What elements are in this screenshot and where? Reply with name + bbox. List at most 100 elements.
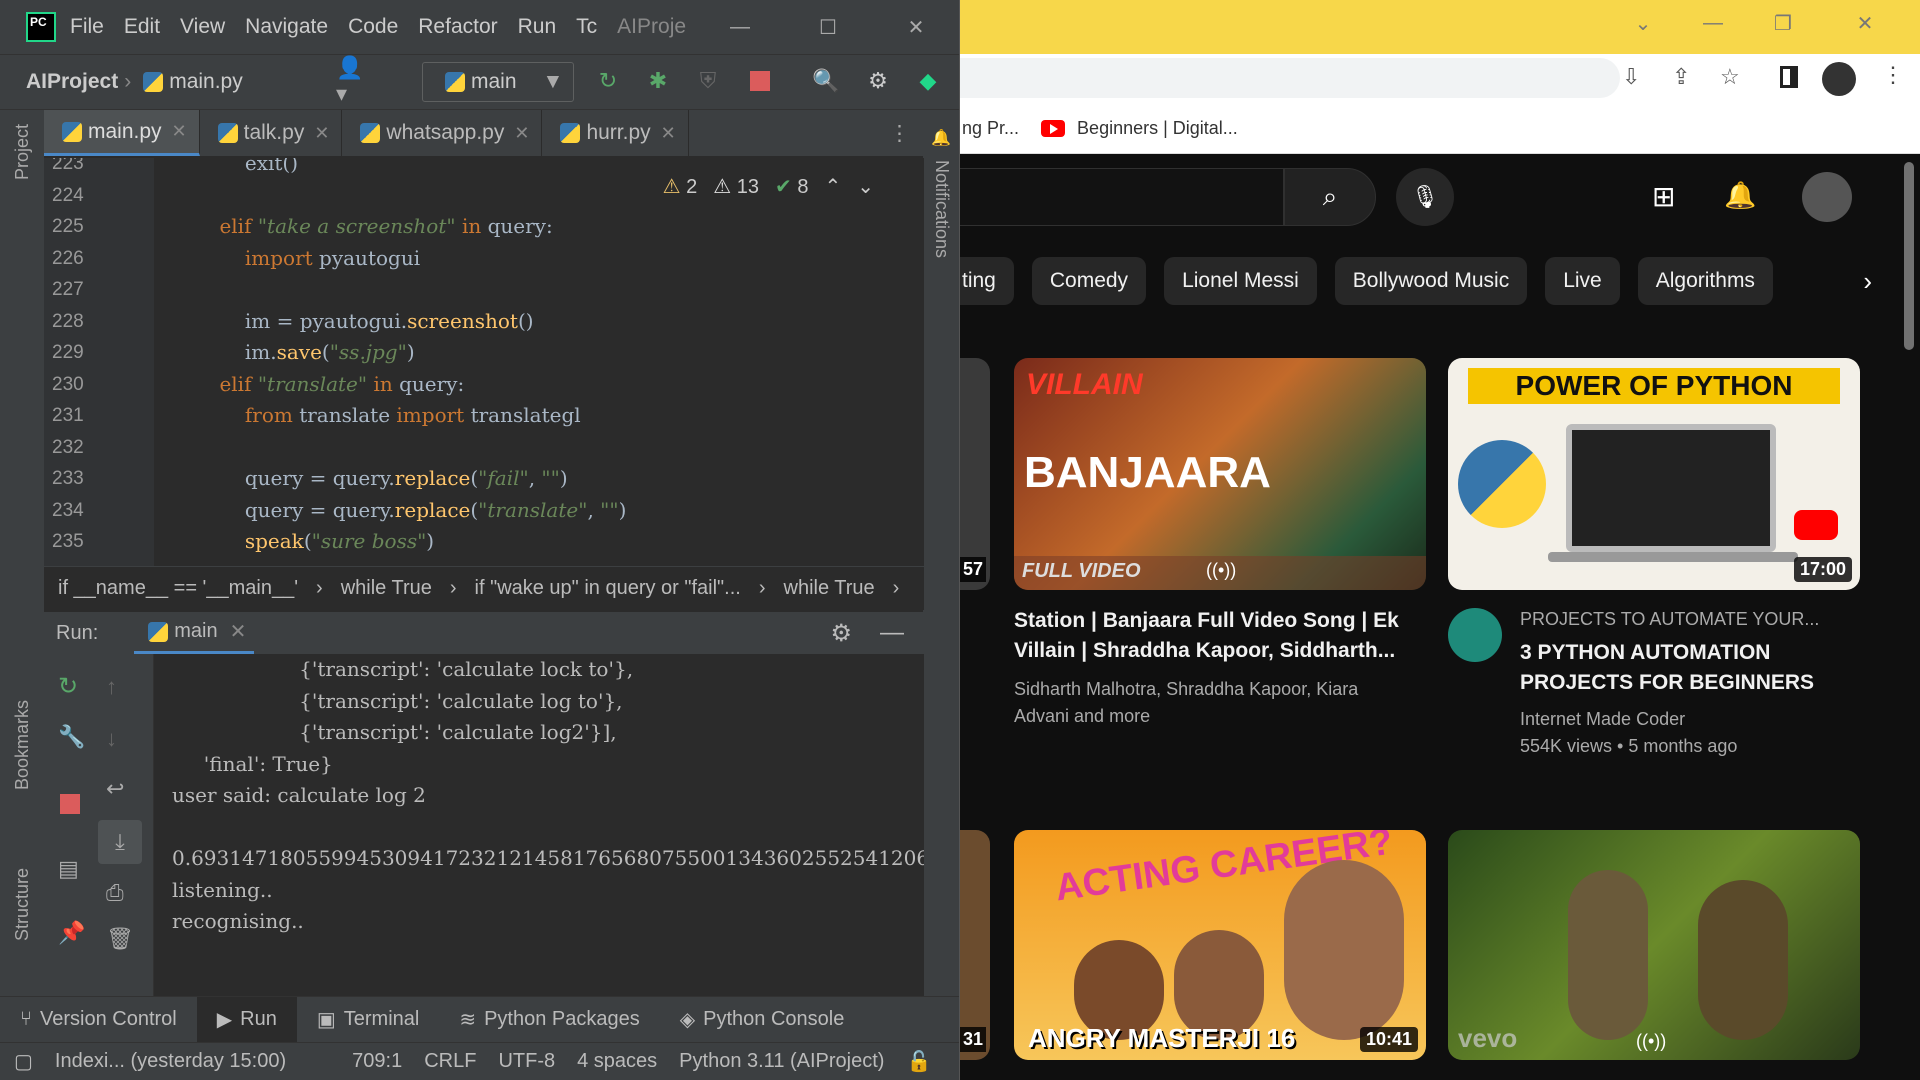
run-config-select[interactable]: main ▼ [422, 62, 574, 102]
search-input[interactable] [960, 168, 1284, 226]
tab-talk-py[interactable]: talk.py ✕ [200, 110, 343, 156]
maximize-icon[interactable]: ☐ [784, 0, 872, 54]
chrome-menu-icon[interactable]: ⋮ [1882, 62, 1904, 88]
video-thumbnail-vevo[interactable]: vevo ((•)) [1448, 830, 1860, 1060]
bookmark-star-icon[interactable]: ☆ [1720, 64, 1740, 90]
restore-icon[interactable]: ❐ [1748, 0, 1818, 46]
weak-warning-count[interactable]: ⚠ 2 [663, 174, 698, 199]
share-icon[interactable]: ⇪ [1672, 64, 1690, 90]
chevron-up-icon[interactable]: ⌃ [824, 174, 841, 199]
structure-tool-button[interactable]: Structure [12, 868, 33, 941]
create-video-icon[interactable]: ⊞ [1652, 180, 1675, 213]
channel-tagline[interactable]: PROJECTS TO AUTOMATE YOUR... [1520, 606, 1819, 633]
chip-comedy[interactable]: Comedy [1031, 257, 1147, 305]
caret-position[interactable]: 709:1 [352, 1050, 402, 1073]
video-thumbnail-partial[interactable]: 31 [960, 830, 990, 1060]
rerun-icon[interactable]: ↻ [594, 67, 622, 95]
close-tab-icon[interactable]: ✕ [230, 619, 247, 644]
interpreter[interactable]: Python 3.11 (AIProject) [679, 1050, 884, 1073]
chip-bollywood-music[interactable]: Bollywood Music [1334, 257, 1528, 305]
ok-count[interactable]: ✔ 8 [775, 174, 808, 199]
settings-gear-icon[interactable]: ⚙ [830, 619, 852, 648]
soft-wrap-icon[interactable]: ↩ [106, 776, 124, 802]
chip-lionel-messi[interactable]: Lionel Messi [1164, 257, 1317, 305]
debug-icon[interactable]: ✱ [644, 67, 672, 95]
chip-algorithms[interactable]: Algorithms [1637, 257, 1773, 305]
bell-icon[interactable]: 🔔 [931, 128, 951, 148]
close-icon[interactable]: ✕ [1830, 0, 1900, 46]
scroll-to-end-icon[interactable]: ⤓ [98, 820, 142, 864]
search-button[interactable]: ⌕ [1284, 168, 1376, 226]
user-icon[interactable]: 👤▾ [336, 55, 364, 106]
breadcrumb-item[interactable]: if __name__ == '__main__' [58, 577, 298, 600]
indent-setting[interactable]: 4 spaces [577, 1050, 657, 1073]
run-tab[interactable]: ▶ Run [196, 996, 297, 1043]
inspection-widget[interactable]: ⚠ 2 ⚠ 13 ✔ 8 ⌃ ⌄ [663, 174, 874, 199]
menu-tools[interactable]: Tc [576, 15, 597, 39]
breadcrumb-item[interactable]: while True [341, 577, 432, 600]
coverage-icon[interactable]: ⛨ [694, 67, 722, 95]
side-panel-icon[interactable] [1780, 66, 1798, 88]
menu-file[interactable]: File [70, 15, 104, 39]
code-line[interactable]: 235 speak("sure boss") [44, 526, 924, 558]
lock-icon[interactable]: 🔓 [906, 1049, 931, 1074]
menu-edit[interactable]: Edit [124, 15, 160, 39]
channel-avatar[interactable] [1448, 608, 1502, 662]
rerun-icon[interactable]: ↻ [58, 672, 78, 701]
chevron-right-icon[interactable]: › [1863, 266, 1872, 297]
python-console-tab[interactable]: ◈ Python Console [660, 997, 865, 1043]
settings-gear-icon[interactable]: ⚙ [864, 67, 892, 95]
trash-icon[interactable]: 🗑 [106, 926, 134, 952]
warning-count[interactable]: ⚠ 13 [713, 174, 759, 199]
account-avatar[interactable] [1802, 172, 1852, 222]
console-output[interactable]: {'transcript': 'calculate lock to'}, {'t… [172, 654, 924, 996]
current-file[interactable]: main.py [169, 70, 243, 94]
code-line[interactable]: 234 query = query.replace("translate", "… [44, 495, 924, 527]
bookmark-item[interactable]: ng Pr... [962, 118, 1019, 139]
project-name[interactable]: AIProject [26, 70, 118, 94]
channel-name[interactable]: Internet Made Coder [1520, 706, 1685, 733]
menu-navigate[interactable]: Navigate [245, 15, 328, 39]
wrench-icon[interactable]: 🔧 [58, 724, 85, 750]
print-icon[interactable]: ⎙ [106, 880, 124, 906]
arrow-down-icon[interactable]: ↓ [106, 726, 117, 752]
code-line[interactable]: 227 [44, 274, 924, 306]
version-control-tab[interactable]: ⑂ Version Control [0, 997, 197, 1043]
menu-run[interactable]: Run [518, 15, 557, 39]
tab-main-py[interactable]: main.py ✕ [44, 110, 200, 156]
address-bar[interactable] [960, 58, 1620, 98]
minimize-icon[interactable]: — [696, 0, 784, 54]
code-line[interactable]: 232 [44, 432, 924, 464]
close-tab-icon[interactable]: ✕ [172, 121, 187, 142]
terminal-tab[interactable]: ▣ Terminal [297, 997, 439, 1043]
install-icon[interactable]: ⇩ [1622, 64, 1640, 90]
video-title[interactable]: 3 PYTHON AUTOMATION PROJECTS FOR BEGINNE… [1520, 638, 1840, 698]
code-line[interactable]: 226 import pyautogui [44, 243, 924, 275]
line-separator[interactable]: CRLF [424, 1050, 476, 1073]
python-packages-tab[interactable]: ≋ Python Packages [439, 997, 659, 1043]
bookmarks-tool-button[interactable]: Bookmarks [12, 700, 33, 790]
tab-search-icon[interactable]: ⌄ [1608, 0, 1678, 46]
notifications-bell-icon[interactable]: 🔔 [1724, 180, 1756, 211]
arrow-up-icon[interactable]: ↑ [106, 674, 117, 700]
chevron-down-icon[interactable]: ⌄ [857, 174, 874, 199]
bookmark-item[interactable]: Beginners | Digital... [1077, 118, 1238, 139]
close-tab-icon[interactable]: ✕ [661, 123, 676, 144]
close-tab-icon[interactable]: ✕ [514, 123, 529, 144]
run-tab-main[interactable]: main ✕ [134, 612, 255, 654]
profile-avatar[interactable] [1822, 62, 1856, 96]
indexing-status[interactable]: Indexi... (yesterday 15:00) [55, 1050, 286, 1073]
code-line[interactable]: 225 elif "take a screenshot" in query: [44, 211, 924, 243]
search-icon[interactable]: 🔍 [812, 67, 840, 95]
chip-live[interactable]: Live [1545, 257, 1620, 305]
code-line[interactable]: 228 im = pyautogui.screenshot() [44, 306, 924, 338]
stop-icon[interactable] [746, 67, 774, 95]
pin-icon[interactable]: 📌 [58, 920, 85, 946]
close-icon[interactable]: ✕ [872, 0, 959, 54]
file-encoding[interactable]: UTF-8 [498, 1050, 555, 1073]
code-line[interactable]: 229 im.save("ss.jpg") [44, 337, 924, 369]
breadcrumb-item[interactable]: if "wake up" in query or "fail"... [475, 577, 741, 600]
jetbrains-ai-icon[interactable]: ◆ [914, 67, 942, 95]
menu-code[interactable]: Code [348, 15, 398, 39]
video-thumbnail-banjaara[interactable]: VILLAIN BANJAARA FULL VIDEO ((•)) [1014, 358, 1426, 590]
